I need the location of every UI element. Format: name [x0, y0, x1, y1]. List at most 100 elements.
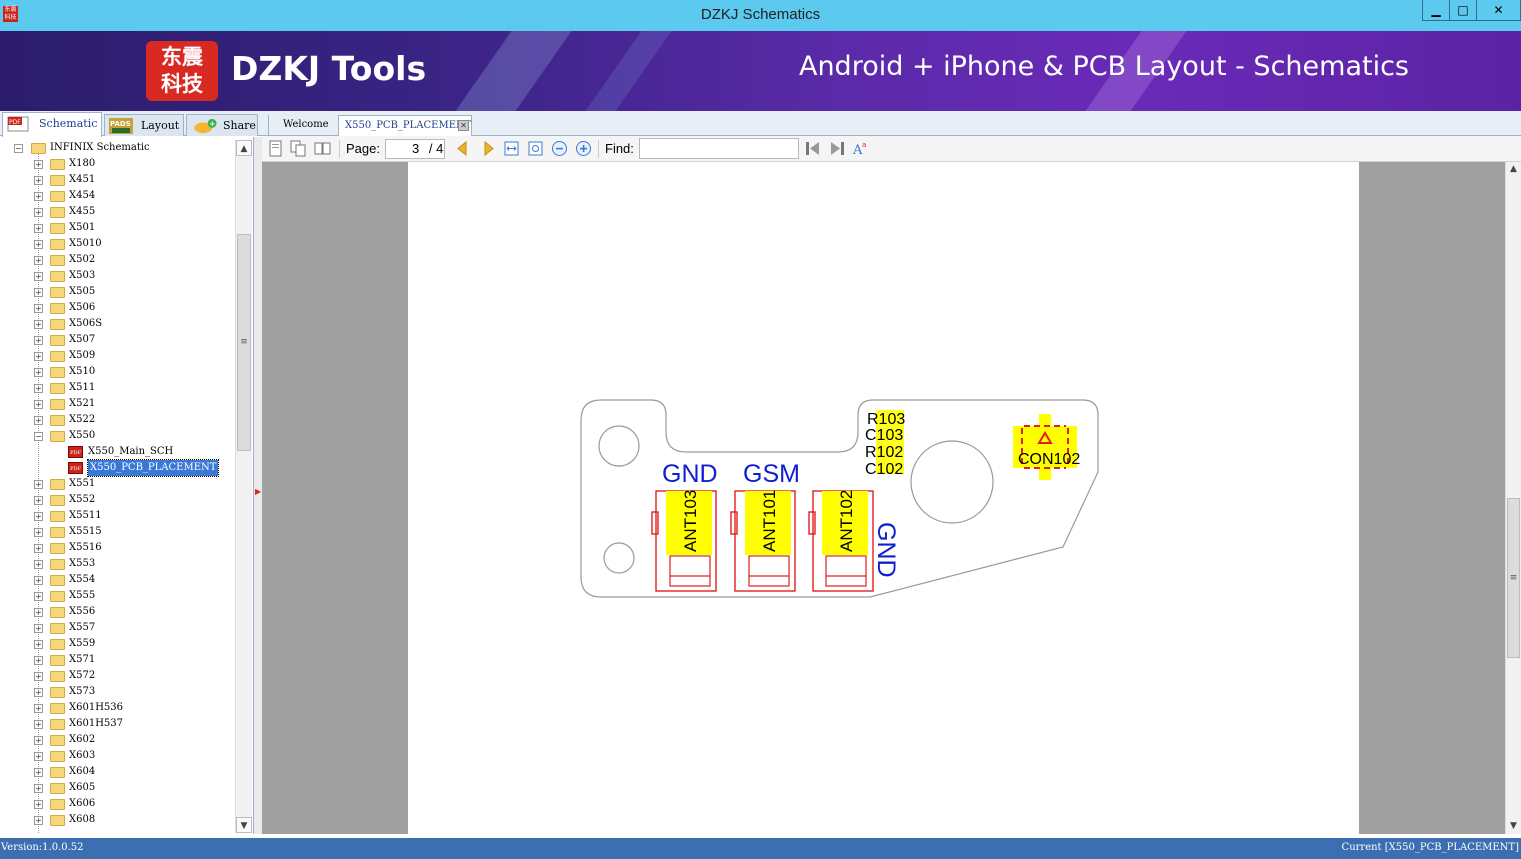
collapse-icon[interactable]: −: [34, 432, 43, 441]
expand-icon[interactable]: +: [34, 816, 43, 825]
expand-icon[interactable]: +: [34, 352, 43, 361]
previous-page-icon[interactable]: [454, 140, 471, 157]
single-page-icon[interactable]: [267, 140, 284, 157]
tree-item-x552[interactable]: + X552: [0, 492, 235, 508]
close-button[interactable]: ✕: [1476, 0, 1521, 21]
next-page-icon[interactable]: [480, 140, 497, 157]
expand-icon[interactable]: +: [34, 576, 43, 585]
panel-splitter[interactable]: ▶: [254, 137, 262, 834]
minimize-button[interactable]: ▁: [1422, 0, 1449, 21]
tree-item-x608[interactable]: + X608: [0, 812, 235, 828]
tree-item-x506s[interactable]: + X506S: [0, 316, 235, 332]
tree-item-x601h536[interactable]: + X601H536: [0, 700, 235, 716]
expand-icon[interactable]: +: [34, 192, 43, 201]
expand-icon[interactable]: +: [34, 416, 43, 425]
expand-icon[interactable]: +: [34, 704, 43, 713]
tree-file-x550-pcb-placement[interactable]: PDF X550_PCB_PLACEMENT: [0, 459, 235, 477]
expand-icon[interactable]: +: [34, 224, 43, 233]
tree-item-x550[interactable]: − X550: [0, 428, 235, 444]
tab-current-document[interactable]: X550_PCB_PLACEMENT ✕: [338, 115, 472, 136]
scroll-thumb[interactable]: ≡: [1507, 498, 1520, 658]
tab-schematic[interactable]: PDF Schematic: [2, 112, 102, 137]
tree-item-x559[interactable]: + X559: [0, 636, 235, 652]
expand-icon[interactable]: +: [34, 320, 43, 329]
expand-icon[interactable]: +: [34, 272, 43, 281]
expand-icon[interactable]: +: [34, 560, 43, 569]
tree-item-x507[interactable]: + X507: [0, 332, 235, 348]
tree-item-x502[interactable]: + X502: [0, 252, 235, 268]
scroll-thumb[interactable]: ≡: [237, 234, 251, 451]
tree-item-x522[interactable]: + X522: [0, 412, 235, 428]
tree-item-x505[interactable]: + X505: [0, 284, 235, 300]
tree-item-x180[interactable]: + X180: [0, 156, 235, 172]
collapse-arrow-icon[interactable]: ▶: [255, 487, 261, 496]
expand-icon[interactable]: +: [34, 768, 43, 777]
tab-close-icon[interactable]: ✕: [458, 120, 469, 131]
tree-item-x551[interactable]: + X551: [0, 476, 235, 492]
expand-icon[interactable]: +: [34, 384, 43, 393]
find-next-icon[interactable]: [829, 140, 846, 157]
tree-item-x503[interactable]: + X503: [0, 268, 235, 284]
expand-icon[interactable]: +: [34, 480, 43, 489]
tree-scrollbar[interactable]: ▲ ≡ ▼: [235, 140, 252, 833]
tree-item-x603[interactable]: + X603: [0, 748, 235, 764]
tree-item-x521[interactable]: + X521: [0, 396, 235, 412]
expand-icon[interactable]: +: [34, 160, 43, 169]
facing-pages-icon[interactable]: [314, 140, 331, 157]
expand-icon[interactable]: +: [34, 368, 43, 377]
expand-icon[interactable]: +: [34, 336, 43, 345]
tree-item-x5515[interactable]: + X5515: [0, 524, 235, 540]
tree-item-x455[interactable]: + X455: [0, 204, 235, 220]
zoom-in-icon[interactable]: [575, 140, 592, 157]
tab-share[interactable]: + Share: [186, 114, 258, 136]
tree-item-x605[interactable]: + X605: [0, 780, 235, 796]
zoom-out-icon[interactable]: [551, 140, 568, 157]
expand-icon[interactable]: +: [34, 512, 43, 521]
highlight-text-icon[interactable]: Aa: [852, 140, 869, 157]
continuous-page-icon[interactable]: [290, 140, 307, 157]
fit-width-icon[interactable]: [503, 140, 520, 157]
tree-item-x451[interactable]: + X451: [0, 172, 235, 188]
expand-icon[interactable]: +: [34, 544, 43, 553]
tree-item-x602[interactable]: + X602: [0, 732, 235, 748]
tree-root[interactable]: − INFINIX Schematic: [0, 140, 235, 156]
tree-item-x506[interactable]: + X506: [0, 300, 235, 316]
page-number-input[interactable]: 3 / 4: [385, 139, 445, 159]
expand-icon[interactable]: +: [34, 208, 43, 217]
expand-icon[interactable]: +: [34, 656, 43, 665]
find-previous-icon[interactable]: [804, 140, 821, 157]
tree-item-x5010[interactable]: + X5010: [0, 236, 235, 252]
tree-item-x604[interactable]: + X604: [0, 764, 235, 780]
tree-item-x5511[interactable]: + X5511: [0, 508, 235, 524]
tree-item-x554[interactable]: + X554: [0, 572, 235, 588]
expand-icon[interactable]: +: [34, 800, 43, 809]
expand-icon[interactable]: +: [34, 256, 43, 265]
scroll-down-icon[interactable]: ▼: [236, 817, 252, 833]
tab-layout[interactable]: PADS Layout: [104, 114, 184, 136]
tree-item-x606[interactable]: + X606: [0, 796, 235, 812]
tab-welcome[interactable]: Welcome: [268, 115, 338, 136]
tree-item-x5516[interactable]: + X5516: [0, 540, 235, 556]
tree-item-x509[interactable]: + X509: [0, 348, 235, 364]
tree-item-x573[interactable]: + X573: [0, 684, 235, 700]
expand-icon[interactable]: +: [34, 736, 43, 745]
expand-icon[interactable]: +: [34, 624, 43, 633]
find-input[interactable]: [639, 138, 799, 159]
scroll-up-icon[interactable]: ▲: [236, 140, 252, 156]
expand-icon[interactable]: +: [34, 672, 43, 681]
scroll-up-icon[interactable]: ▲: [1506, 162, 1521, 177]
tree-item-x572[interactable]: + X572: [0, 668, 235, 684]
tree-item-x601h537[interactable]: + X601H537: [0, 716, 235, 732]
expand-icon[interactable]: +: [34, 304, 43, 313]
scroll-down-icon[interactable]: ▼: [1506, 819, 1521, 834]
expand-icon[interactable]: +: [34, 288, 43, 297]
expand-icon[interactable]: +: [34, 752, 43, 761]
expand-icon[interactable]: +: [34, 784, 43, 793]
tree-file-x550-main-sch[interactable]: PDF X550_Main_SCH: [0, 444, 235, 460]
tree-item-x571[interactable]: + X571: [0, 652, 235, 668]
expand-icon[interactable]: +: [34, 720, 43, 729]
tree-item-x501[interactable]: + X501: [0, 220, 235, 236]
collapse-icon[interactable]: −: [14, 144, 23, 153]
tree-item-x454[interactable]: + X454: [0, 188, 235, 204]
expand-icon[interactable]: +: [34, 640, 43, 649]
